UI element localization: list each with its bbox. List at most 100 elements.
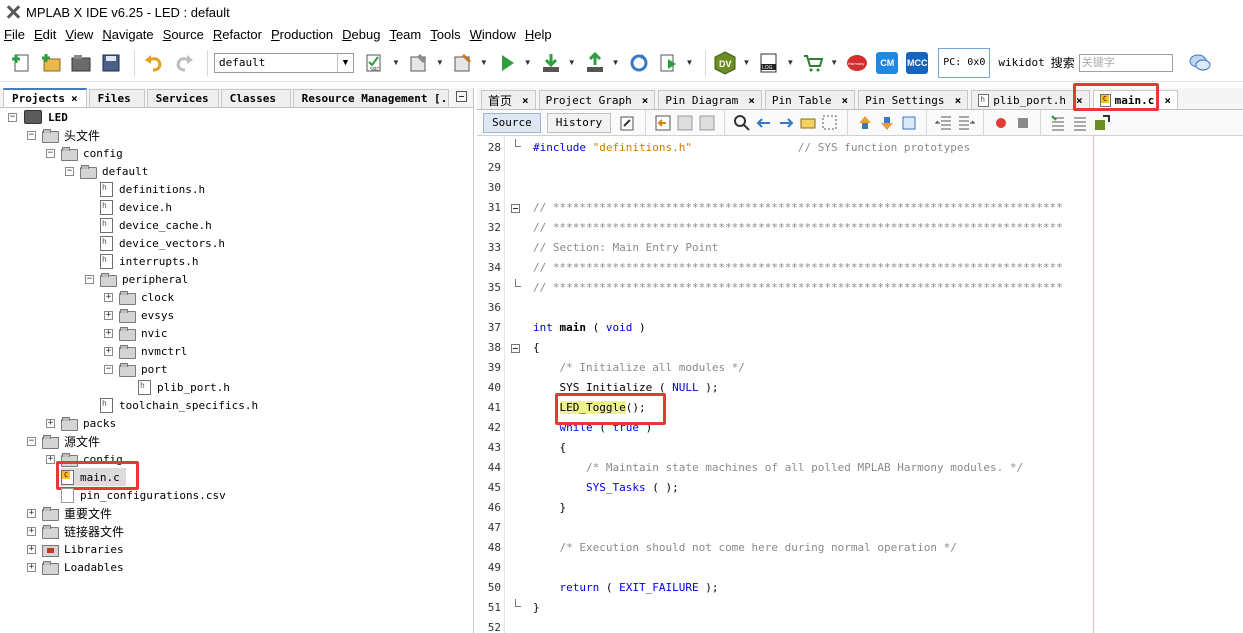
chevron-down-icon[interactable]: ▼ bbox=[524, 58, 532, 67]
tree-file-definitions[interactable]: definitions.h bbox=[100, 180, 205, 198]
tree-node-evsys[interactable]: evsys bbox=[119, 306, 174, 324]
debug-project-icon[interactable] bbox=[656, 50, 682, 76]
comment-icon[interactable] bbox=[1049, 114, 1067, 132]
next-bookmark-icon[interactable] bbox=[878, 114, 896, 132]
previous-bookmark-icon[interactable] bbox=[856, 114, 874, 132]
forward-icon[interactable] bbox=[676, 114, 694, 132]
tree-file-toolchain-specifics[interactable]: toolchain_specifics.h bbox=[100, 396, 258, 414]
tab-pin-settings[interactable]: Pin Settings × bbox=[858, 90, 969, 109]
toggle-bookmark-icon[interactable] bbox=[900, 114, 918, 132]
tab-project-graph[interactable]: Project Graph × bbox=[538, 90, 656, 109]
tree-node-nvmctrl[interactable]: nvmctrl bbox=[119, 342, 187, 360]
close-icon[interactable]: × bbox=[955, 94, 962, 107]
tab-resource-management[interactable]: Resource Management [... bbox=[292, 89, 449, 107]
fold-collapse-icon[interactable] bbox=[511, 344, 520, 353]
find-next-icon[interactable] bbox=[777, 114, 795, 132]
menu-help[interactable]: Help bbox=[525, 27, 552, 42]
history-view-button[interactable]: History bbox=[546, 112, 612, 133]
chat-bubble-icon[interactable] bbox=[1187, 50, 1213, 76]
chevron-down-icon[interactable]: ▼ bbox=[686, 58, 694, 67]
record-macro-icon[interactable] bbox=[992, 114, 1010, 132]
save-all-icon[interactable] bbox=[98, 50, 124, 76]
expand-icon[interactable]: + bbox=[46, 455, 55, 464]
toggle-rect-select-icon[interactable] bbox=[821, 114, 839, 132]
tree-node-config[interactable]: config bbox=[61, 144, 123, 162]
undo-icon[interactable] bbox=[141, 50, 167, 76]
tree-file-plib-port[interactable]: plib_port.h bbox=[138, 378, 230, 396]
close-icon[interactable]: × bbox=[1164, 94, 1171, 107]
chevron-down-icon[interactable]: ▼ bbox=[436, 58, 444, 67]
menu-file[interactable]: File bbox=[4, 27, 25, 42]
tab-services[interactable]: Services bbox=[146, 89, 219, 107]
chevron-down-icon[interactable]: ▼ bbox=[830, 58, 838, 67]
read-device-memory-icon[interactable] bbox=[582, 50, 608, 76]
last-edit-icon[interactable] bbox=[619, 114, 637, 132]
shift-left-icon[interactable] bbox=[934, 114, 953, 132]
shift-right-icon[interactable] bbox=[957, 114, 976, 132]
menu-debug[interactable]: Debug bbox=[342, 27, 380, 42]
collapse-icon[interactable]: − bbox=[104, 365, 113, 374]
tree-node-libraries[interactable]: Libraries bbox=[42, 540, 124, 558]
history-dropdown-icon[interactable] bbox=[698, 114, 716, 132]
collapse-icon[interactable]: − bbox=[46, 149, 55, 158]
close-icon[interactable]: × bbox=[841, 94, 848, 107]
chevron-down-icon[interactable]: ▼ bbox=[480, 58, 488, 67]
cart-icon[interactable] bbox=[800, 50, 826, 76]
menu-view[interactable]: View bbox=[65, 27, 93, 42]
collapse-icon[interactable]: − bbox=[85, 275, 94, 284]
collapse-icon[interactable]: − bbox=[27, 437, 36, 446]
back-icon[interactable] bbox=[654, 114, 672, 132]
redo-icon[interactable] bbox=[171, 50, 197, 76]
chevron-down-icon[interactable]: ▼ bbox=[337, 53, 353, 72]
menu-edit[interactable]: Edit bbox=[34, 27, 56, 42]
toggle-highlight-icon[interactable] bbox=[799, 114, 817, 132]
tab-home[interactable]: 首页 × bbox=[481, 90, 536, 109]
set-configuration-icon[interactable]: SRC bbox=[362, 50, 388, 76]
search-input[interactable] bbox=[1078, 53, 1173, 72]
tree-file-interrupts[interactable]: interrupts.h bbox=[100, 252, 198, 270]
tree-file-device[interactable]: device.h bbox=[100, 198, 172, 216]
expand-icon[interactable]: + bbox=[27, 545, 36, 554]
expand-icon[interactable]: + bbox=[27, 563, 36, 572]
find-previous-icon[interactable] bbox=[755, 114, 773, 132]
tree-node-header-files[interactable]: 头文件 bbox=[42, 126, 100, 144]
clean-build-icon[interactable] bbox=[450, 50, 476, 76]
tree-node-peripheral[interactable]: peripheral bbox=[100, 270, 188, 288]
tab-pin-diagram[interactable]: Pin Diagram × bbox=[658, 90, 762, 109]
close-icon[interactable]: × bbox=[522, 94, 529, 107]
expand-icon[interactable]: + bbox=[104, 293, 113, 302]
minimize-icon[interactable] bbox=[456, 91, 467, 102]
menu-navigate[interactable]: Navigate bbox=[102, 27, 153, 42]
content-manager-icon[interactable]: CM bbox=[874, 50, 900, 76]
close-icon[interactable]: × bbox=[71, 92, 78, 105]
tree-node-loadables[interactable]: Loadables bbox=[42, 558, 124, 576]
chevron-down-icon[interactable]: ▼ bbox=[612, 58, 620, 67]
tree-file-device-cache[interactable]: device_cache.h bbox=[100, 216, 212, 234]
tab-files[interactable]: Files bbox=[88, 89, 145, 107]
data-visualizer-icon[interactable]: DV bbox=[712, 50, 738, 76]
refresh-icon[interactable] bbox=[1093, 114, 1111, 132]
harmony-icon[interactable]: Harmony bbox=[844, 50, 870, 76]
collapse-icon[interactable]: − bbox=[65, 167, 74, 176]
tree-node-linker-files[interactable]: 链接器文件 bbox=[42, 522, 124, 540]
tree-node-clock[interactable]: clock bbox=[119, 288, 174, 306]
log-icon[interactable]: LOG bbox=[756, 50, 782, 76]
chevron-down-icon[interactable]: ▼ bbox=[742, 58, 750, 67]
run-project-icon[interactable] bbox=[494, 50, 520, 76]
chevron-down-icon[interactable]: ▼ bbox=[568, 58, 576, 67]
tab-plib-port[interactable]: plib_port.h × bbox=[971, 90, 1090, 109]
menu-source[interactable]: Source bbox=[163, 27, 204, 42]
tree-file-pin-configurations[interactable]: pin_configurations.csv bbox=[61, 486, 226, 504]
tree-node-packs[interactable]: packs bbox=[61, 414, 116, 432]
collapse-icon[interactable]: − bbox=[8, 113, 17, 122]
code-editor[interactable]: 28 29 30 31 32 33 34 35 36 37 38 39 40 4… bbox=[477, 136, 1243, 633]
mcc-icon[interactable]: MCC bbox=[904, 50, 930, 76]
tab-pin-table[interactable]: Pin Table × bbox=[764, 90, 856, 109]
reset-icon[interactable] bbox=[626, 50, 652, 76]
build-project-icon[interactable] bbox=[406, 50, 432, 76]
make-and-program-icon[interactable] bbox=[538, 50, 564, 76]
expand-icon[interactable]: + bbox=[27, 527, 36, 536]
fold-collapse-icon[interactable] bbox=[511, 204, 520, 213]
stop-macro-icon[interactable] bbox=[1014, 114, 1032, 132]
new-project-icon[interactable] bbox=[38, 50, 64, 76]
